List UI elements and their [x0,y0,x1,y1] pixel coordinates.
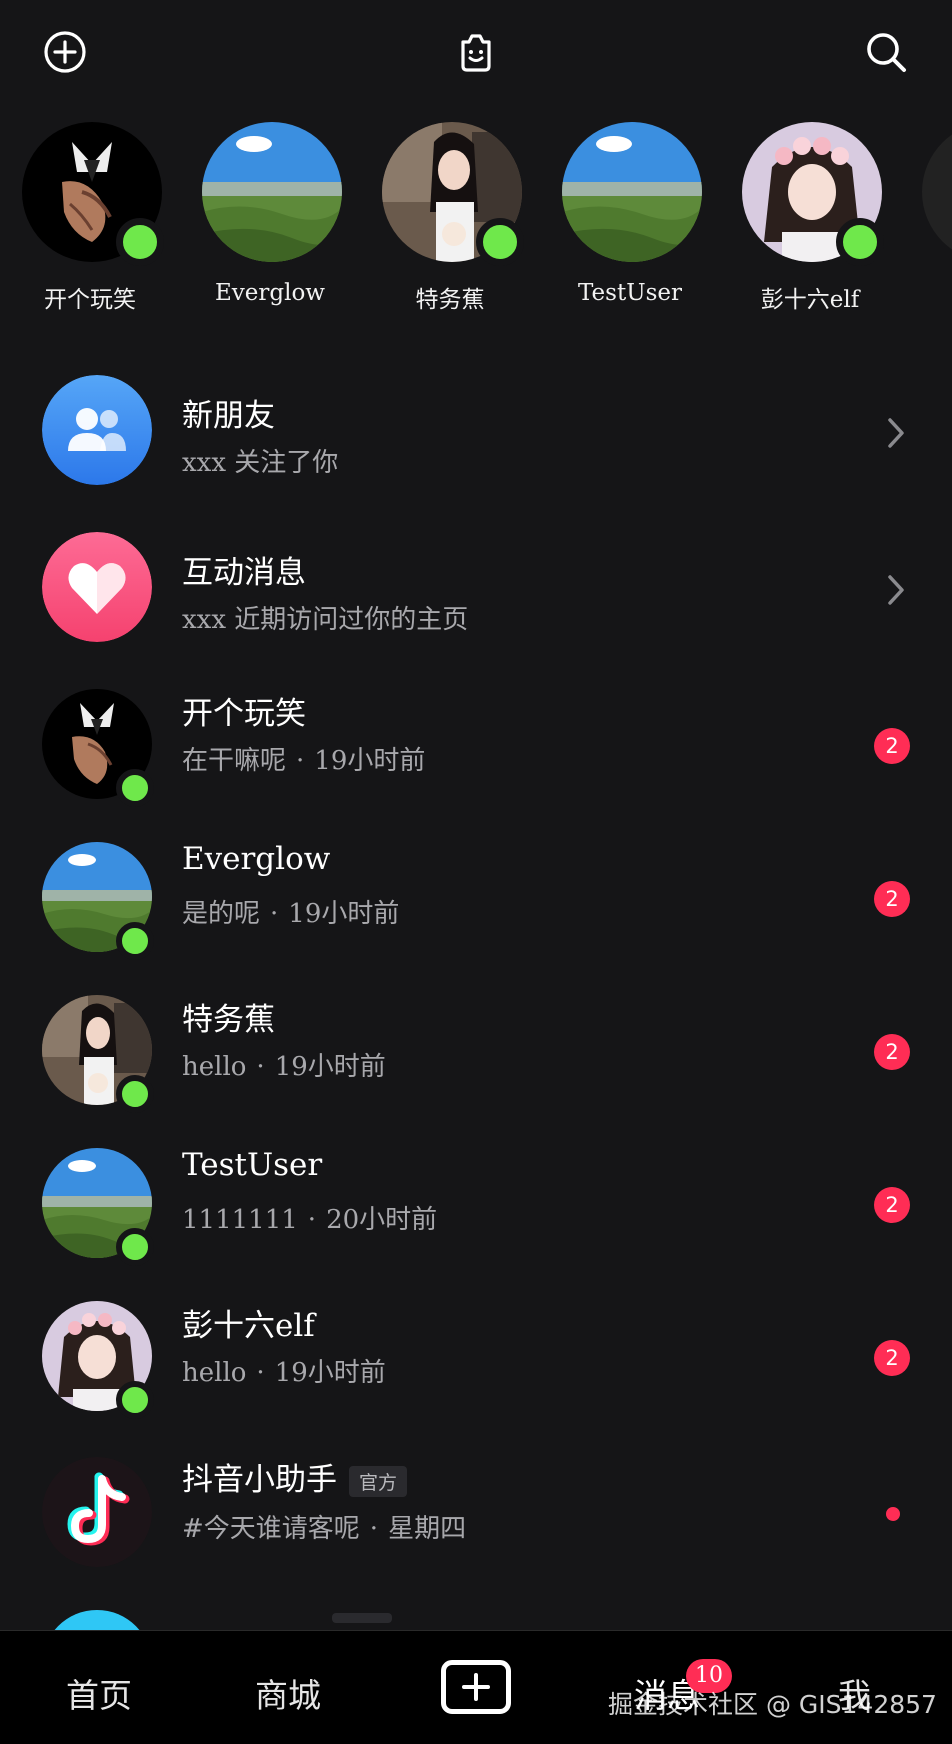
list-item-new-friends[interactable]: 新朋友 xxx 关注了你 [0,350,952,500]
row-subtitle: 1111111 · 20小时前 [182,1205,438,1235]
story-name: TestUser [577,280,682,306]
row-title: Everglow [182,841,331,877]
watermark: 掘金技术社区 @ GIS142857 [608,1690,937,1719]
row-title: 彭十六elf [182,1308,315,1344]
row-subtitle: hello · 19小时前 [182,1358,386,1388]
story-name: 开个玩笑 [44,287,136,313]
unread-badge: 2 [874,1340,910,1376]
unread-badge: 2 [874,1034,910,1070]
add-icon[interactable] [41,28,89,76]
online-indicator [116,1381,154,1419]
list-item-assistant[interactable]: 抖音小助手 官方 #今天谁请客呢 · 星期四 [0,1432,952,1582]
list-item-interactions[interactable]: 互动消息 xxx 近期访问过你的主页 [0,507,952,657]
stories-row: 开个玩笑 Everglow 特务蕉 TestUser 彭十六elf 抖 [0,118,952,318]
plus-icon [462,1673,490,1701]
unread-dot [886,1507,900,1521]
unread-badge: 2 [874,881,910,917]
list-item-chat[interactable]: Everglow 是的呢 · 19小时前 2 [0,817,952,967]
story-name: 特务蕉 [415,287,485,313]
row-title: 抖音小助手 官方 [182,1454,408,1499]
unread-badge: 2 [874,1187,910,1223]
list-item-chat[interactable]: 彭十六elf hello · 19小时前 2 [0,1276,952,1426]
create-button[interactable] [441,1660,511,1714]
online-indicator [836,218,884,266]
online-indicator [116,218,164,266]
row-subtitle: hello · 19小时前 [182,1052,386,1082]
avatar [202,122,342,262]
online-indicator [116,769,154,807]
row-title: 新朋友 [182,398,275,434]
row-subtitle: xxx 近期访问过你的主页 [182,605,469,635]
unread-badge: 2 [874,728,910,764]
online-indicator [116,1228,154,1266]
online-indicator [476,218,524,266]
online-indicator [116,922,154,960]
list-item-chat[interactable]: 开个玩笑 在干嘛呢 · 19小时前 2 [0,664,952,814]
story-name: 彭十六elf [760,287,860,313]
tab-mall[interactable]: 商城 [255,1669,321,1717]
chevron-right-icon [884,573,908,607]
search-icon[interactable] [862,28,910,76]
official-tag: 官方 [349,1466,408,1497]
robot-face-icon[interactable] [452,28,500,76]
online-indicator [116,1075,154,1113]
top-bar [0,0,952,104]
row-title: 互动消息 [182,555,306,591]
bottom-nav: 首页 商城 消息 10 我 掘金技术社区 @ GIS142857 [0,1630,952,1744]
row-subtitle: 是的呢 · 19小时前 [182,899,400,929]
list-item-chat[interactable]: 特务蕉 hello · 19小时前 2 [0,970,952,1120]
row-subtitle: 在干嘛呢 · 19小时前 [182,746,426,776]
row-title: 特务蕉 [182,1002,275,1038]
row-title: 开个玩笑 [182,696,306,732]
row-subtitle: #今天谁请客呢 · 星期四 [182,1514,467,1544]
new-friends-icon [42,375,152,485]
chevron-right-icon [884,416,908,450]
partial-tag [332,1613,392,1623]
avatar [562,122,702,262]
story-name: Everglow [214,280,325,306]
row-title: TestUser [182,1147,323,1183]
tiktok-logo-icon [42,1457,152,1567]
list-item-chat[interactable]: TestUser 1111111 · 20小时前 2 [0,1123,952,1273]
row-subtitle: xxx 关注了你 [182,448,339,478]
heart-icon [42,532,152,642]
story-name: 抖 [890,280,952,314]
avatar [922,122,952,262]
tab-home[interactable]: 首页 [66,1669,132,1717]
